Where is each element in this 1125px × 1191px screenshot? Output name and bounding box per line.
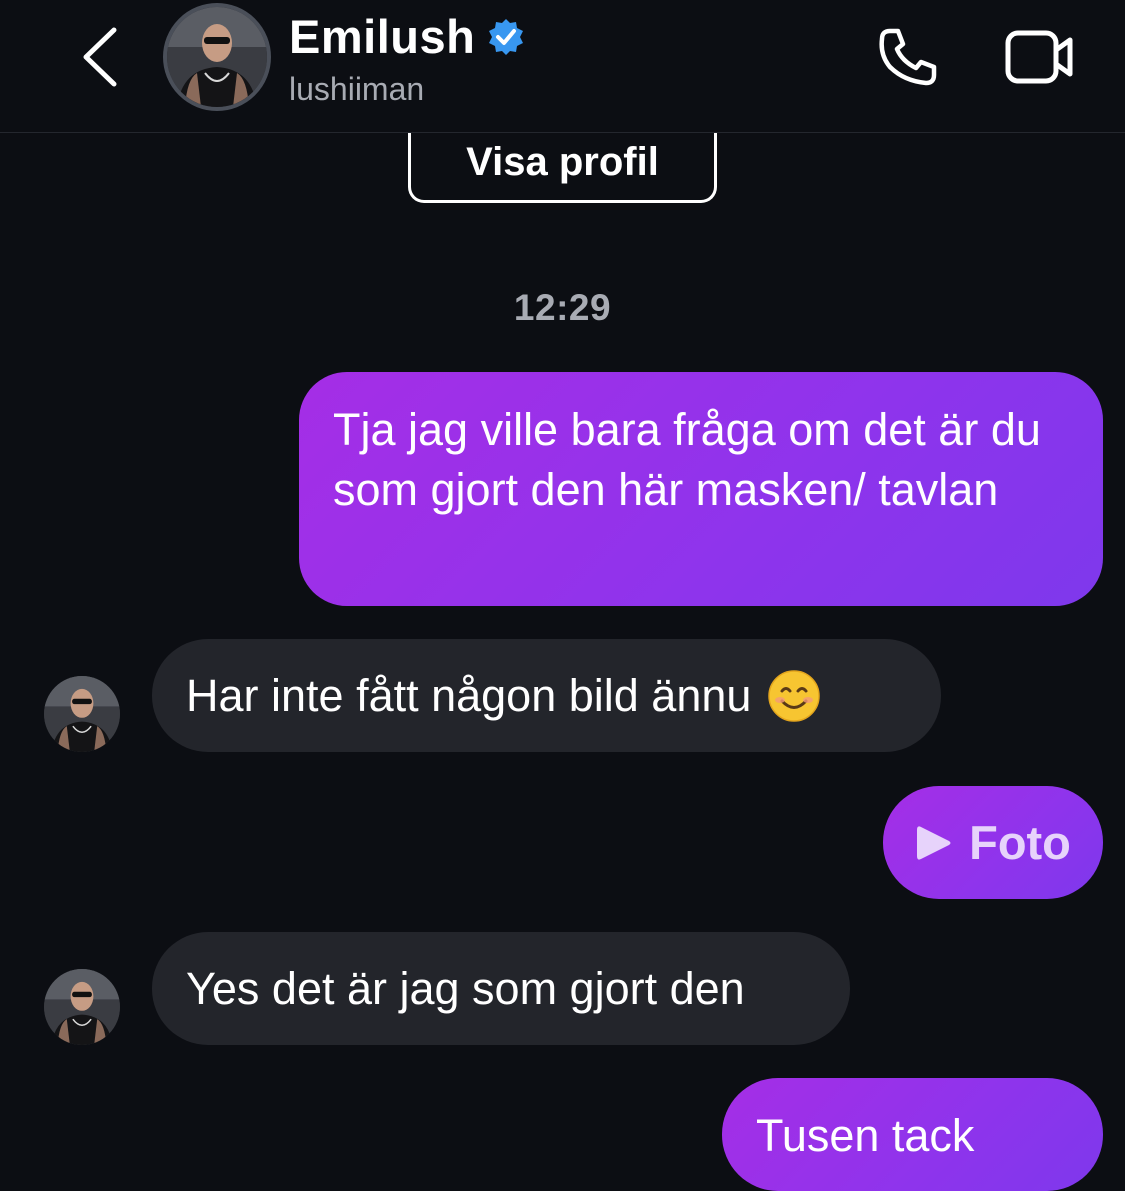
sender-avatar[interactable] [44,969,120,1045]
chat-header: Emilush lushiiman [0,0,1125,133]
photo-label: Foto [969,816,1071,869]
message-text: Har inte fått någon bild ännu [186,669,752,721]
smiling-face-icon [768,669,821,722]
outgoing-message[interactable]: Tja jag ville bara fråga om det är du so… [299,372,1103,606]
phone-icon [879,28,937,86]
message-text: Tusen tack [756,1110,975,1161]
message-text: Tja jag ville bara fråga om det är du so… [333,404,1041,515]
contact-username[interactable]: lushiiman [289,70,424,108]
video-call-button[interactable] [1000,22,1080,92]
verified-badge-icon [485,16,527,58]
contact-avatar[interactable] [163,3,271,111]
play-icon [917,825,951,860]
contact-name[interactable]: Emilush [289,10,475,64]
outgoing-message[interactable]: Tusen tack [722,1078,1103,1191]
message-text: Yes det är jag som gjort den [186,962,745,1014]
incoming-message[interactable]: Yes det är jag som gjort den [152,932,850,1045]
incoming-message[interactable]: Har inte fått någon bild ännu [152,639,941,752]
back-button[interactable] [72,22,128,92]
avatar-photo [44,676,120,752]
message-timestamp: 12:29 [513,287,612,328]
chevron-left-icon [83,27,117,87]
avatar-photo [44,969,120,1045]
outgoing-photo-message[interactable]: Foto [883,786,1103,899]
avatar-photo [167,7,267,107]
video-camera-icon [1005,30,1073,84]
sender-avatar[interactable] [44,676,120,752]
audio-call-button[interactable] [872,22,944,92]
